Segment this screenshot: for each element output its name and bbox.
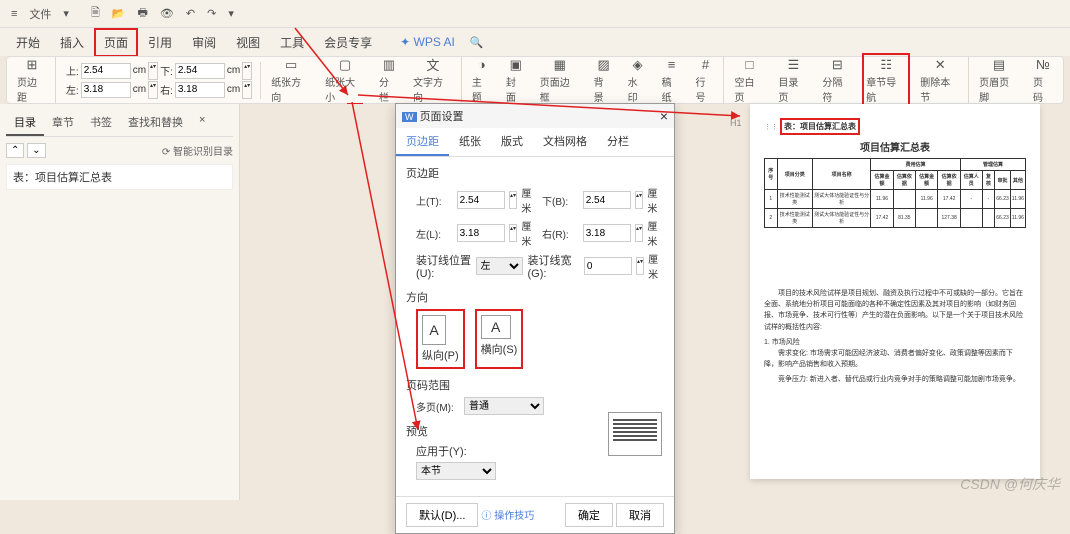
header-icon[interactable]: ▤	[991, 57, 1007, 73]
doc-para-3: 竞争压力: 新进入者、替代品或行业内竞争对手的策略调整可能加剧市场竞争。	[764, 374, 1026, 385]
orientation-icon[interactable]: ▭	[283, 57, 299, 73]
collapse-btn[interactable]: ⌄	[27, 143, 45, 158]
ok-button[interactable]: 确定	[565, 503, 613, 527]
estimate-table: 序号项目分类项目名称费用估算管理估算 估算金额估算依据估算金额估算依据估算人员复…	[764, 158, 1026, 228]
blank-icon[interactable]: □	[741, 57, 757, 73]
multi-select[interactable]: 普通	[464, 397, 544, 415]
dlg-right[interactable]	[583, 224, 631, 242]
theme-icon[interactable]: ◑	[474, 57, 490, 73]
columns-icon[interactable]: ▥	[381, 57, 397, 73]
doc-heading: 表：项目估算汇总表	[780, 118, 860, 135]
size-icon[interactable]: ▢	[337, 57, 353, 73]
tips-link[interactable]: ⓘ 操作技巧	[482, 511, 535, 522]
tab-bookmark[interactable]: 书签	[82, 110, 120, 136]
spinner[interactable]: ▴▾	[148, 62, 158, 80]
expand-btn[interactable]: ⌃	[6, 143, 24, 158]
dlg-tab-layout[interactable]: 版式	[491, 128, 533, 156]
tab-toc[interactable]: 目录	[6, 110, 44, 136]
search-icon[interactable]: 🔍	[465, 33, 489, 52]
tab-chapter[interactable]: 章节	[44, 110, 82, 136]
heading-marker: H1	[730, 118, 742, 128]
textdir-icon[interactable]: 文	[425, 57, 441, 73]
watermark: CSDN @何庆华	[960, 474, 1060, 494]
orient-portrait[interactable]: A纵向(P)	[416, 309, 465, 369]
page-setup-dialog: W 页面设置 × 页边距 纸张 版式 文档网格 分栏 页边距 上(T):▴▾厘米…	[395, 103, 675, 534]
dlg-bottom[interactable]	[583, 191, 631, 209]
margin-label: 页边距	[17, 74, 47, 104]
file-menu[interactable]: 文件	[24, 3, 56, 25]
tab-close[interactable]: ×	[191, 110, 213, 136]
toc-icon[interactable]: ☰	[785, 57, 801, 73]
preview-icon[interactable]: 👁	[155, 4, 179, 23]
menu-view[interactable]: 视图	[226, 28, 270, 57]
cancel-button[interactable]: 取消	[616, 503, 664, 527]
menu-vip[interactable]: 会员专享	[314, 28, 382, 57]
menu-page[interactable]: 页面	[94, 28, 138, 57]
dlg-top[interactable]	[457, 191, 505, 209]
doc-para-1: 项目的技术风险试样是项目规划、融资及执行过程中不可或缺的一部分。它旨在全面、系统…	[764, 288, 1026, 333]
dlg-tab-margin[interactable]: 页边距	[396, 128, 449, 156]
watermark-icon[interactable]: ◈	[630, 57, 646, 73]
dlg-left[interactable]	[457, 224, 505, 242]
dlg-tab-paper[interactable]: 纸张	[449, 128, 491, 156]
bg-icon[interactable]: ▨	[596, 57, 612, 73]
margin-top-input[interactable]	[81, 63, 131, 79]
dlg-tab-grid[interactable]: 文档网格	[533, 128, 597, 156]
ribbon: ⊞ 页边距 上:cm▴▾ 下:cm▴▾ 左:cm▴▾ 右:cm▴▾ ▭纸张方向 …	[6, 56, 1064, 104]
cover-icon[interactable]: ▣	[508, 57, 524, 73]
margin-group: ⊞ 页边距	[13, 57, 56, 104]
margin-icon[interactable]: ⊞	[24, 57, 40, 73]
nav-icon[interactable]: ☷	[878, 57, 894, 73]
wps-ai[interactable]: ✦ WPS AI	[390, 29, 465, 55]
menu-insert[interactable]: 插入	[50, 28, 94, 57]
border-icon[interactable]: ▦	[552, 57, 568, 73]
delsec-icon[interactable]: ✕	[932, 57, 948, 73]
close-button[interactable]: ×	[660, 108, 668, 124]
open-icon[interactable]: 📂	[107, 4, 131, 23]
menu-tools[interactable]: 工具	[270, 28, 314, 57]
dropdown-icon[interactable]: ▾	[58, 4, 74, 23]
dlg-tab-columns[interactable]: 分栏	[597, 128, 639, 156]
break-icon[interactable]: ⊟	[829, 57, 845, 73]
gutter-pos[interactable]: 左	[476, 257, 524, 275]
title-bar: ≡ 文件 ▾ 🗎 📂 🖶 👁 ↶ ↷ ▾	[0, 0, 1070, 28]
liner-icon[interactable]: ≡	[664, 57, 680, 73]
print-icon[interactable]: 🖶	[133, 1, 153, 26]
smart-toc[interactable]: ⟳ 智能识别目录	[162, 143, 233, 158]
default-button[interactable]: 默认(D)...	[406, 503, 478, 527]
undo-icon[interactable]: ↶	[181, 4, 200, 23]
doc-para-2: 需求变化: 市场需求可能因经济波动、消费者偏好变化、政策调整等因素而下降，影响产…	[764, 348, 1026, 370]
new-icon[interactable]: 🗎	[86, 1, 105, 26]
doc-title: 项目估算汇总表	[764, 139, 1026, 154]
pagenum-icon[interactable]: №	[1035, 57, 1051, 73]
lineno-icon[interactable]: #	[698, 57, 714, 73]
toc-entry[interactable]: 表：项目估算汇总表	[6, 164, 233, 190]
preview-thumbnail	[608, 412, 662, 456]
gutter-w[interactable]	[584, 257, 632, 275]
margin-left-input[interactable]	[81, 82, 131, 98]
orient-landscape[interactable]: A横向(S)	[475, 309, 524, 369]
margin-bottom-input[interactable]	[175, 63, 225, 79]
document-page: H1 ⋮⋮表：项目估算汇总表 项目估算汇总表 序号项目分类项目名称费用估算管理估…	[750, 104, 1040, 479]
redo-icon[interactable]: ↷	[202, 4, 221, 23]
apply-select[interactable]: 本节	[416, 462, 496, 480]
doc-para-2h: 1. 市场风险	[764, 337, 1026, 348]
margin-right-input[interactable]	[175, 82, 225, 98]
menu-reference[interactable]: 引用	[138, 28, 182, 57]
menu-icon[interactable]: ≡	[6, 5, 22, 23]
more-icon[interactable]: ▾	[223, 4, 239, 23]
tab-find[interactable]: 查找和替换	[120, 110, 191, 136]
menu-review[interactable]: 审阅	[182, 28, 226, 57]
menu-start[interactable]: 开始	[6, 28, 50, 57]
dialog-title: 页面设置	[420, 111, 464, 123]
sidebar: 目录 章节 书签 查找和替换 × ⌃ ⌄ ⟳ 智能识别目录 表：项目估算汇总表	[0, 104, 240, 500]
